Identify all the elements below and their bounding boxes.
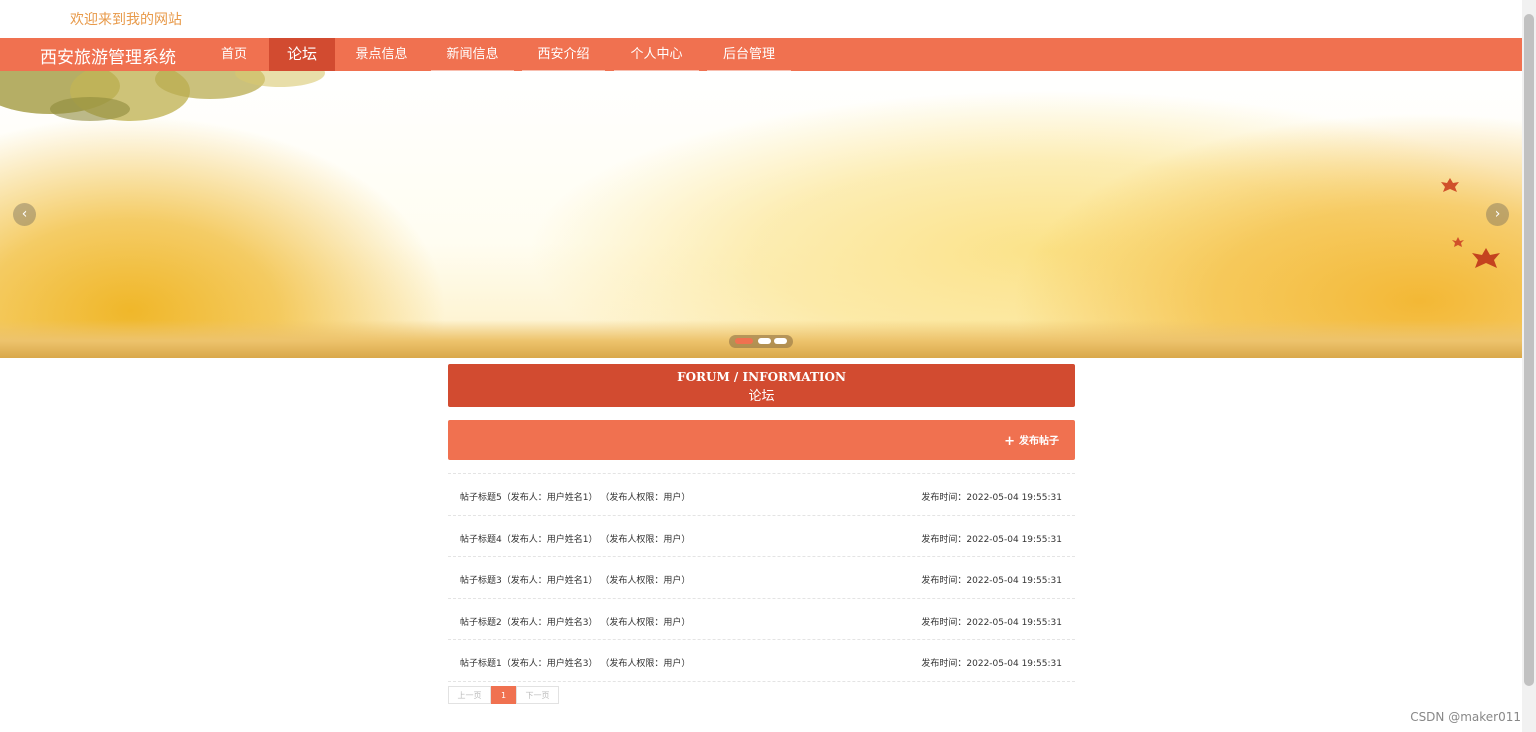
post-title[interactable]: 帖子标题3（发布人：用户姓名1） （发布人权限：用户） <box>460 573 690 586</box>
nav-item-forum[interactable]: 论坛 <box>269 38 335 71</box>
nav-label: 个人中心 <box>630 47 683 62</box>
section-title-bar: FORUM / INFORMATION 论坛 <box>448 364 1075 407</box>
nav-item-news[interactable]: 新闻信息 <box>427 38 518 71</box>
nav-item-admin[interactable]: 后台管理 <box>703 38 795 71</box>
chevron-right-icon: › <box>1494 206 1501 222</box>
post-time: 发布时间：2022-05-04 19:55:31 <box>921 493 1062 503</box>
post-row[interactable]: 帖子标题1（发布人：用户姓名3） （发布人权限：用户） 发布时间：2022-05… <box>448 640 1075 682</box>
post-time: 发布时间：2022-05-04 19:55:31 <box>921 534 1062 545</box>
carousel-dot-2[interactable] <box>758 338 771 344</box>
post-row[interactable]: 帖子标题4（发布人：用户姓名1） （发布人权限：用户） 发布时间：2022-05… <box>448 516 1075 557</box>
post-time: 发布时间：2022-05-04 19:55:31 <box>921 576 1062 586</box>
pagination-prev-button[interactable]: 上一页 <box>448 686 491 704</box>
nav-item-home[interactable]: 首页 <box>201 38 267 71</box>
section-title-en: FORUM / INFORMATION <box>677 370 846 384</box>
carousel-next-button[interactable]: › <box>1486 203 1509 226</box>
maple-leaf-icon <box>1441 178 1459 192</box>
welcome-text: 欢迎来到我的网站 <box>70 12 182 28</box>
pagination-next-button[interactable]: 下一页 <box>516 686 559 704</box>
page-scrollbar[interactable] <box>1522 0 1536 732</box>
nav-label: 西安介绍 <box>537 47 590 62</box>
carousel-dot-1[interactable] <box>735 338 753 344</box>
nav-label: 新闻信息 <box>446 47 499 62</box>
maple-leaf-icon <box>1452 237 1464 247</box>
post-time: 发布时间：2022-05-04 19:55:31 <box>921 617 1062 628</box>
scrollbar-thumb[interactable] <box>1524 14 1534 686</box>
post-row[interactable]: 帖子标题3（发布人：用户姓名1） （发布人权限：用户） 发布时间：2022-05… <box>448 557 1075 599</box>
post-list: 帖子标题5（发布人：用户姓名1） （发布人权限：用户） 发布时间：2022-05… <box>448 473 1075 682</box>
plus-icon: + <box>1004 434 1015 449</box>
nav-item-personal-center[interactable]: 个人中心 <box>610 38 703 71</box>
pagination-page-1[interactable]: 1 <box>491 686 516 704</box>
tree-foliage-image <box>0 71 325 121</box>
site-brand[interactable]: 西安旅游管理系统 <box>40 43 176 68</box>
post-title[interactable]: 帖子标题2（发布人：用户姓名3） （发布人权限：用户） <box>460 615 690 628</box>
pagination: 上一页 1 下一页 <box>448 686 559 704</box>
carousel-indicators <box>729 335 793 348</box>
nav-item-xian-intro[interactable]: 西安介绍 <box>518 38 609 71</box>
watermark-text: CSDN @maker011 <box>1410 710 1521 724</box>
publish-post-label: 发布帖子 <box>1019 436 1059 447</box>
publish-post-button[interactable]: + 发布帖子 <box>1004 432 1059 449</box>
nav-item-attractions[interactable]: 景点信息 <box>336 38 427 71</box>
nav-label: 景点信息 <box>355 47 408 62</box>
post-row[interactable]: 帖子标题5（发布人：用户姓名1） （发布人权限：用户） 发布时间：2022-05… <box>448 474 1075 516</box>
nav-label: 后台管理 <box>722 47 775 62</box>
chevron-left-icon: ‹ <box>21 206 28 222</box>
forum-action-bar: + 发布帖子 <box>448 420 1075 460</box>
nav-label: 论坛 <box>286 45 317 63</box>
banner-carousel: ‹ › <box>0 71 1522 358</box>
post-time: 发布时间：2022-05-04 19:55:31 <box>921 659 1062 669</box>
carousel-dot-3[interactable] <box>774 338 787 344</box>
post-title[interactable]: 帖子标题4（发布人：用户姓名1） （发布人权限：用户） <box>460 532 690 545</box>
carousel-prev-button[interactable]: ‹ <box>13 203 36 226</box>
post-title[interactable]: 帖子标题1（发布人：用户姓名3） （发布人权限：用户） <box>460 656 690 669</box>
post-title[interactable]: 帖子标题5（发布人：用户姓名1） （发布人权限：用户） <box>460 490 690 503</box>
main-navbar: 西安旅游管理系统 首页 论坛 景点信息 新闻信息 西安介绍 个人中心 后台管理 <box>0 38 1522 71</box>
post-row[interactable]: 帖子标题2（发布人：用户姓名3） （发布人权限：用户） 发布时间：2022-05… <box>448 599 1075 640</box>
section-title-cn: 论坛 <box>748 389 775 404</box>
maple-leaf-icon <box>1472 248 1500 268</box>
nav-label: 首页 <box>220 47 247 62</box>
